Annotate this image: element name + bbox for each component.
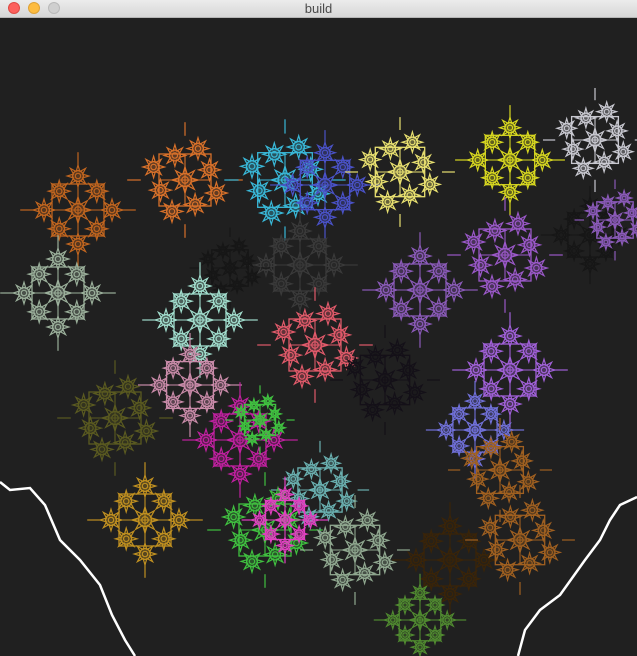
flower-cluster [455, 105, 565, 215]
window-title: build [304, 1, 333, 16]
flower-cluster [242, 207, 358, 323]
flower-cluster [189, 227, 271, 309]
flower-cluster [20, 152, 136, 268]
flower-cluster [57, 360, 173, 476]
flower-cluster [574, 179, 637, 261]
flower-cluster [142, 262, 258, 378]
app-window: build [0, 0, 637, 656]
flower-cluster [257, 287, 373, 403]
render-canvas[interactable] [0, 18, 637, 656]
flower-cluster [362, 232, 478, 348]
flower-cluster [345, 117, 455, 227]
flower-cluster [182, 382, 298, 498]
flower-scene [0, 87, 637, 656]
boundary-line-left [0, 481, 137, 656]
flower-cluster [0, 235, 116, 351]
flower-cluster [87, 462, 203, 578]
boundary-line-right [516, 495, 637, 656]
flower-cluster [452, 312, 568, 428]
flower-cluster [465, 485, 575, 595]
flower-cluster [447, 197, 563, 313]
title-bar[interactable]: build [0, 0, 637, 18]
flower-cluster [542, 87, 637, 193]
